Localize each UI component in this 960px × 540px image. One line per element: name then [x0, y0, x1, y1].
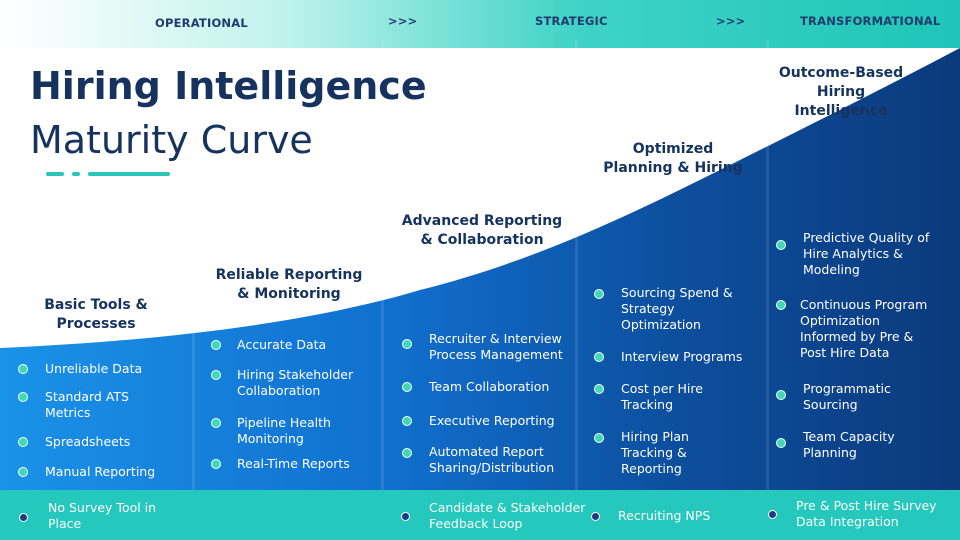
column-4-item-3: Cost per Hire Tracking [621, 381, 703, 412]
footer-item-1: No Survey Tool in Place [48, 500, 157, 531]
column-5-item-4: Team Capacity Planning [803, 429, 895, 460]
footer-item-3: Recruiting NPS [618, 508, 711, 523]
column-5-item-2: Continuous Program Optimization Informed b… [800, 297, 928, 360]
bullet-dot [211, 370, 221, 380]
page-subtitle: Maturity Curve [30, 118, 313, 162]
bullet-dot [18, 364, 28, 374]
bullet-dot [211, 459, 221, 469]
bullet-dot [18, 437, 28, 447]
bullet-dot [776, 438, 786, 448]
bullet-dot [776, 390, 786, 400]
column-3-item-2: Team Collaboration [429, 379, 550, 394]
footer-item-2: Candidate & Stakeholder Feedback Loop [429, 500, 586, 531]
column-2-item-3: Pipeline Health Monitoring [237, 415, 331, 446]
bullet-dot [18, 467, 28, 477]
column-heading-2: Reliable Reporting & Monitoring [215, 267, 363, 302]
column-3-item-1: Recruiter & Interview Process Management [429, 331, 563, 362]
column-2-item-2: Hiring Stakeholder Collaboration [237, 367, 354, 398]
bullet-dot [402, 448, 412, 458]
column-3-item-4: Automated Report Sharing/Distribution [429, 444, 555, 475]
column-heading-1: Basic Tools & Processes [44, 297, 148, 332]
column-2-item-1: Accurate Data [237, 337, 327, 352]
column-4-item-1: Sourcing Spend & Strategy Optimization [621, 285, 733, 332]
bullet-dot [18, 392, 28, 402]
footer-bullet-dot [768, 510, 777, 519]
bullet-dot [594, 433, 604, 443]
column-3-item-3: Executive Reporting [429, 413, 555, 428]
column-1-item-2: Standard ATS Metrics [45, 389, 129, 420]
column-1-item-4: Manual Reporting [45, 464, 156, 479]
column-2-item-4: Real-Time Reports [237, 456, 350, 471]
column-5-item-3: Programmatic Sourcing [803, 381, 891, 412]
bullet-dot [594, 352, 604, 362]
column-4-item-4: Hiring Plan Tracking & Reporting [621, 429, 689, 476]
footer-item-4: Pre & Post Hire Survey Data Integration [796, 498, 937, 529]
bullet-dot [776, 240, 786, 250]
title-accent-dash-1 [46, 172, 64, 176]
column-heading-5: Outcome-Based Hiring Intelligence [778, 65, 904, 119]
column-1-item-1: Unreliable Data [45, 361, 143, 376]
title-accent-dash-2 [72, 172, 80, 176]
page-title: Hiring Intelligence [30, 64, 427, 108]
footer-bullet-dot [19, 513, 28, 522]
survey-footer-band: No Survey Tool in Place Candidate & Stake… [0, 490, 960, 540]
column-divider-3 [575, 40, 578, 490]
column-5-item-1: Predictive Quality of Hire Analytics & Mod… [803, 230, 930, 277]
bullet-dot [594, 289, 604, 299]
bullet-dot [211, 418, 221, 428]
bullet-dot [402, 339, 412, 349]
column-1-item-3: Spreadsheets [45, 434, 131, 449]
bullet-dot [594, 384, 604, 394]
footer-bullet-dot [401, 512, 410, 521]
column-heading-4: Optimized Planning & Hiring [603, 141, 743, 176]
title-accent-dash-3 [88, 172, 170, 176]
bullet-dot [402, 382, 412, 392]
column-4-item-2: Interview Programs [621, 349, 743, 364]
column-heading-3: Advanced Reporting & Collaboration [401, 213, 563, 248]
bullet-dot [402, 416, 412, 426]
bullet-dot [776, 300, 786, 310]
bullet-dot [211, 340, 221, 350]
footer-bullet-dot [591, 512, 600, 521]
